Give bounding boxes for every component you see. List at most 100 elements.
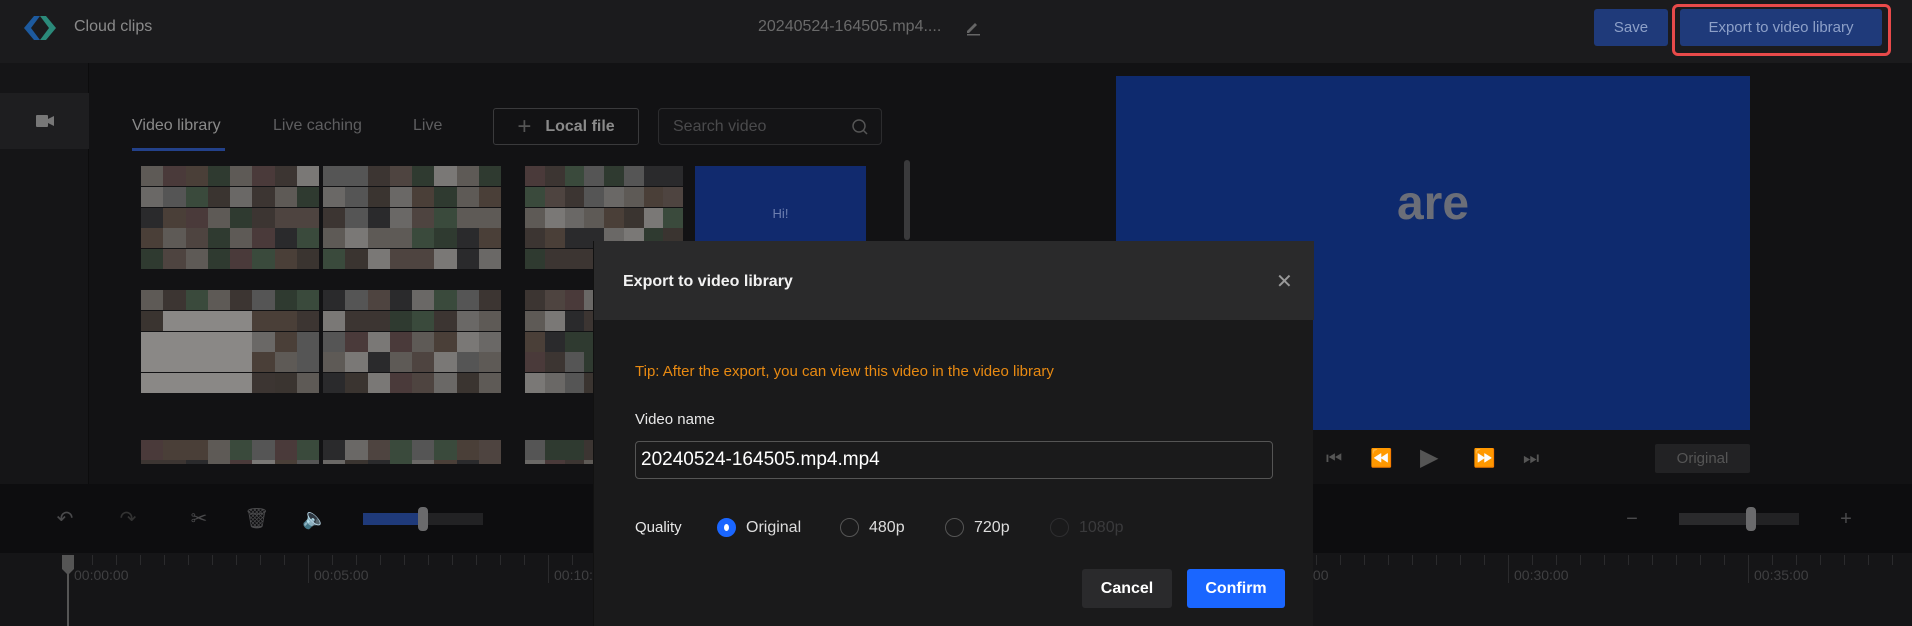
timeline-tick [1460, 555, 1461, 565]
timeline-tick [1484, 555, 1485, 565]
timeline-tick [1676, 555, 1677, 565]
video-thumbnail[interactable] [141, 290, 319, 394]
timeline-label: 00:00:00 [74, 567, 129, 583]
timeline-tick [1844, 555, 1845, 565]
timeline-tick [404, 555, 405, 565]
sidebar-item-video[interactable] [0, 93, 89, 149]
timeline-tick [1412, 555, 1413, 565]
video-camera-icon [35, 115, 54, 127]
zoom-fill [1679, 513, 1751, 525]
save-button[interactable]: Save [1594, 9, 1668, 46]
radio-label: 1080p [1079, 518, 1124, 536]
radio-button[interactable] [840, 518, 859, 537]
play-icon[interactable]: ▶ [1420, 443, 1438, 472]
quality-radio-original[interactable]: Original [717, 518, 801, 537]
rewind-icon[interactable]: ⏪ [1370, 448, 1392, 469]
quality-label: Quality [635, 519, 682, 536]
highlight-outline [1672, 4, 1891, 56]
zoom-in-icon[interactable]: + [1835, 508, 1857, 530]
search-box[interactable] [658, 108, 882, 145]
skip-forward-icon[interactable]: ⏭ [1523, 448, 1539, 469]
fast-forward-icon[interactable]: ⏩ [1473, 448, 1495, 469]
timeline-tick [1700, 555, 1701, 565]
radio-button [1050, 518, 1069, 537]
timeline-tick [1388, 555, 1389, 565]
active-tab-indicator [132, 148, 225, 151]
search-icon[interactable] [851, 118, 869, 136]
scrollbar[interactable] [904, 160, 910, 240]
timeline-tick [476, 555, 477, 565]
timeline-tick [1532, 555, 1533, 565]
scissors-icon[interactable]: ✂ [188, 508, 210, 530]
quality-radio-1080p: 1080p [1050, 518, 1124, 537]
video-thumbnail[interactable] [323, 290, 501, 394]
video-name-label: Video name [635, 411, 715, 428]
zoom-out-icon[interactable]: − [1621, 508, 1643, 530]
timeline-tick [212, 555, 213, 565]
timeline-tick [452, 555, 453, 565]
video-thumbnail[interactable] [323, 166, 501, 270]
redo-icon[interactable]: ↷ [117, 508, 139, 530]
undo-icon[interactable]: ↶ [54, 508, 76, 530]
timeline-tick [428, 555, 429, 565]
timeline-tick [188, 555, 189, 565]
plus-icon: + [517, 112, 532, 140]
radio-button[interactable] [945, 518, 964, 537]
timeline-tick [1868, 555, 1869, 565]
export-dialog: Export to video library ✕ Tip: After the… [593, 241, 1314, 626]
timeline-tick [1316, 555, 1317, 565]
close-icon[interactable]: ✕ [1276, 269, 1293, 294]
radio-label: 480p [869, 518, 905, 536]
volume-slider-handle[interactable] [418, 507, 428, 531]
timeline-tick [1580, 555, 1581, 565]
radio-button[interactable] [717, 518, 736, 537]
timeline-label: 00:30:00 [1514, 567, 1569, 583]
preview-caption: are [1396, 176, 1470, 230]
video-thumbnail[interactable] [323, 440, 501, 464]
search-input[interactable] [673, 118, 843, 136]
timeline-tick [380, 555, 381, 565]
tab-video-library[interactable]: Video library [132, 117, 221, 135]
tab-live-caching[interactable]: Live caching [273, 117, 362, 135]
timeline-tick [1892, 555, 1893, 565]
timeline-tick [1820, 555, 1821, 565]
timeline-tick [332, 555, 333, 565]
skip-back-icon[interactable]: ⏮ [1326, 448, 1342, 469]
cloud-clips-logo [24, 16, 56, 40]
video-name-input[interactable] [635, 441, 1273, 479]
timeline-label: 00:05:00 [314, 567, 369, 583]
cancel-button[interactable]: Cancel [1082, 569, 1172, 608]
project-filename: 20240524-164505.mp4.... [758, 18, 942, 35]
export-tip: Tip: After the export, you can view this… [635, 363, 1054, 380]
timeline-tick [1340, 555, 1341, 565]
timeline-tick [500, 555, 501, 565]
tab-live[interactable]: Live [413, 117, 442, 135]
confirm-button[interactable]: Confirm [1187, 569, 1285, 608]
timeline-tick [1796, 555, 1797, 565]
edit-icon[interactable] [964, 18, 982, 36]
video-thumbnail[interactable] [141, 440, 319, 464]
timeline-label: 00:35:00 [1754, 567, 1809, 583]
timeline-tick [236, 555, 237, 565]
timeline-tick [1508, 555, 1509, 583]
timeline-tick [1556, 555, 1557, 565]
timeline-tick [1652, 555, 1653, 565]
video-thumbnail[interactable] [141, 166, 319, 270]
delete-icon[interactable]: 🗑 [244, 508, 269, 530]
timeline-tick [284, 555, 285, 565]
zoom-slider-handle[interactable] [1746, 507, 1756, 531]
preview-quality-button[interactable]: Original [1655, 444, 1750, 473]
volume-icon[interactable]: 🔈 [302, 508, 327, 530]
dialog-title: Export to video library [623, 273, 793, 290]
local-file-button[interactable]: + Local file [493, 108, 639, 145]
timeline-tick [164, 555, 165, 565]
timeline-tick [308, 555, 309, 583]
timeline-tick [356, 555, 357, 565]
timeline-zoom-slider[interactable] [1679, 513, 1799, 525]
quality-radio-720p[interactable]: 720p [945, 518, 1010, 537]
timeline-tick [92, 555, 93, 565]
timeline-tick [1724, 555, 1725, 565]
timeline-tick [572, 555, 573, 565]
quality-radio-480p[interactable]: 480p [840, 518, 905, 537]
radio-label: Original [746, 518, 802, 536]
